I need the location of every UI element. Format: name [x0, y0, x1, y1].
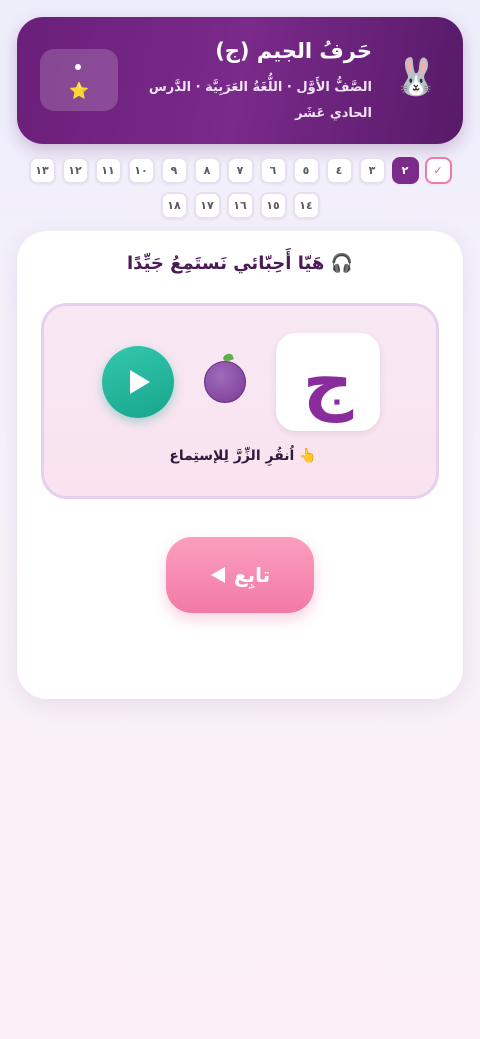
play-audio-button[interactable]	[102, 346, 174, 418]
lesson-subtitle: الصَّفُّ الأَوَّل · اللُّغَةُ العَرَبِيَ…	[148, 80, 372, 121]
step-pill-11[interactable]: ١١	[94, 157, 122, 184]
star-icon: ⭐	[69, 81, 89, 100]
progress-badge: ⭐	[40, 49, 118, 111]
continue-label: تابِع	[233, 563, 271, 587]
step-pill-15[interactable]: ١٥	[259, 192, 287, 219]
listen-panel: ج 👆 اُنقُرِ الزِّرَّ لِلإستِماع	[41, 303, 439, 499]
step-pill-17[interactable]: ١٧	[193, 192, 221, 219]
letter-tile: ج	[276, 333, 380, 431]
step-pill-4[interactable]: ٤	[325, 157, 353, 184]
step-pill-14[interactable]: ١٤	[292, 192, 320, 219]
step-pill-12[interactable]: ١٢	[61, 157, 89, 184]
plum-icon	[204, 361, 246, 403]
step-pill-10[interactable]: ١٠	[127, 157, 155, 184]
arrow-play-icon	[210, 567, 225, 583]
step-pill-13[interactable]: ١٣	[28, 157, 56, 184]
lesson-card: 🎧 هَيّا أَحِبّائي نَستَمِعُ جَيِّدًا ج 👆…	[17, 231, 463, 699]
lesson-header: 🐰 حَرفُ الجيم (ج) الصَّفُّ الأَوَّل · ال…	[17, 17, 463, 144]
lesson-title: حَرفُ الجيم (ج)	[215, 39, 372, 63]
badge-dot-icon	[75, 64, 81, 70]
step-pill-6[interactable]: ٦	[259, 157, 287, 184]
step-pill-completed[interactable]: ✓	[424, 157, 452, 184]
play-icon	[130, 370, 150, 394]
step-pill-9[interactable]: ٩	[160, 157, 188, 184]
leaf-icon	[222, 352, 234, 363]
step-pill-3[interactable]: ٣	[358, 157, 386, 184]
step-pill-5[interactable]: ٥	[292, 157, 320, 184]
step-pill-2[interactable]: ٢	[391, 157, 419, 184]
step-navigator: ✓ ٢ ٣ ٤ ٥ ٦ ٧ ٨ ٩ ١٠ ١١ ١٢ ١٣ ١٤ ١٥ ١٦ ١٧ ١٨	[0, 157, 480, 219]
step-pill-7[interactable]: ٧	[226, 157, 254, 184]
step-pill-18[interactable]: ١٨	[160, 192, 188, 219]
step-pill-8[interactable]: ٨	[193, 157, 221, 184]
card-title: 🎧 هَيّا أَحِبّائي نَستَمِعُ جَيِّدًا	[127, 253, 353, 274]
step-pill-16[interactable]: ١٦	[226, 192, 254, 219]
tap-hint: 👆 اُنقُرِ الزِّرَّ لِلإستِماع	[169, 448, 317, 464]
bunny-mascot-icon: 🐰	[393, 57, 439, 98]
continue-button[interactable]: تابِع	[166, 537, 314, 613]
